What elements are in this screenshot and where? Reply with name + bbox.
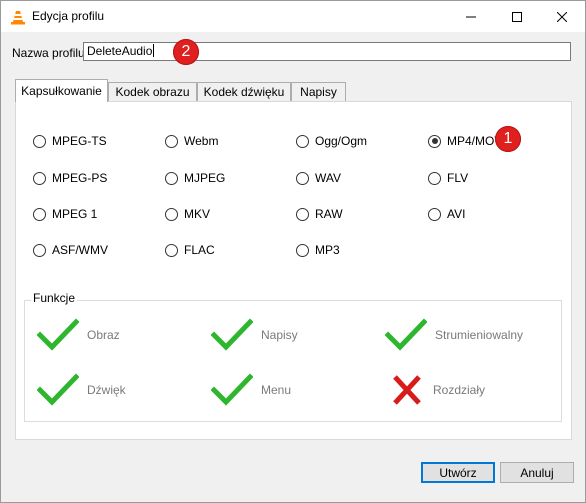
feature-audio: Dźwięk	[37, 373, 126, 407]
annotation-badge-2: 2	[173, 39, 199, 65]
feature-menu: Menu	[211, 373, 291, 407]
profile-name-input[interactable]: DeleteAudio	[83, 42, 571, 61]
feature-label: Rozdziały	[433, 383, 486, 397]
radio-button	[428, 171, 441, 185]
features-title: Funkcje	[31, 291, 78, 305]
format-label: MPEG-TS	[52, 134, 107, 148]
radio-button	[296, 134, 309, 148]
format-radio-mkv[interactable]: MKV	[165, 206, 210, 222]
format-label: MPEG-PS	[52, 171, 108, 185]
format-radio-mjpeg[interactable]: MJPEG	[165, 170, 225, 186]
format-radio-avi[interactable]: AVI	[428, 206, 465, 222]
feature-video: Obraz	[37, 318, 120, 352]
feature-subtitles: Napisy	[211, 318, 298, 352]
format-radio-wav[interactable]: WAV	[296, 170, 341, 186]
format-radio-mpeg-ps[interactable]: MPEG-PS	[33, 170, 107, 186]
check-icon	[385, 318, 427, 351]
feature-label: Napisy	[261, 328, 298, 342]
radio-button	[165, 134, 178, 148]
format-radio-mp4-mov[interactable]: MP4/MOV	[428, 133, 502, 149]
annotation-badge-1: 1	[495, 126, 521, 152]
format-label: Webm	[184, 134, 219, 148]
feature-label: Dźwięk	[87, 383, 126, 397]
minimize-button[interactable]	[448, 1, 494, 32]
profile-edit-dialog: Edycja profilu Nazwa profilu DeleteAudio…	[0, 0, 586, 503]
format-label: ASF/WMV	[52, 243, 108, 257]
radio-button-selected	[428, 134, 441, 148]
feature-label: Menu	[261, 383, 292, 397]
format-radio-mp3[interactable]: MP3	[296, 242, 340, 258]
radio-button	[165, 207, 178, 221]
vlc-cone-icon	[10, 9, 26, 25]
radio-button	[428, 207, 441, 221]
tab-encapsulation[interactable]: Kapsułkowanie	[15, 79, 108, 102]
window-title: Edycja profilu	[32, 9, 105, 23]
close-button[interactable]	[539, 1, 585, 32]
feature-label: Strumieniowalny	[435, 328, 524, 342]
format-radio-mpeg-ts[interactable]: MPEG-TS	[33, 133, 107, 149]
cross-icon	[393, 375, 421, 405]
format-radio-asf-wmv[interactable]: ASF/WMV	[33, 242, 108, 258]
tab-audio-codec[interactable]: Kodek dźwięku	[197, 82, 291, 101]
format-radio-raw[interactable]: RAW	[296, 206, 343, 222]
format-radio-mpeg1[interactable]: MPEG 1	[33, 206, 97, 222]
format-label: MP3	[315, 243, 340, 257]
check-icon	[211, 318, 253, 351]
format-label: FLV	[447, 171, 469, 185]
format-label: MJPEG	[184, 171, 226, 185]
tab-video-codec[interactable]: Kodek obrazu	[108, 82, 197, 101]
format-radio-flac[interactable]: FLAC	[165, 242, 215, 258]
format-label: FLAC	[184, 243, 215, 257]
radio-button	[165, 243, 178, 257]
format-label: AVI	[447, 207, 466, 221]
feature-label: Obraz	[87, 328, 120, 342]
check-icon	[37, 318, 79, 351]
close-icon	[557, 11, 567, 22]
title-bar[interactable]: Edycja profilu	[1, 1, 585, 32]
profile-name-label: Nazwa profilu	[12, 46, 85, 60]
cancel-button[interactable]: Anuluj	[500, 462, 574, 483]
maximize-icon	[512, 11, 522, 22]
format-label: Ogg/Ogm	[315, 134, 368, 148]
radio-button	[296, 207, 309, 221]
radio-button	[33, 171, 46, 185]
radio-button	[296, 243, 309, 257]
text-caret	[153, 44, 155, 57]
format-radio-webm[interactable]: Webm	[165, 133, 218, 149]
profile-name-value: DeleteAudio	[87, 44, 153, 58]
format-label: MKV	[184, 207, 211, 221]
radio-button	[33, 134, 46, 148]
format-label: RAW	[315, 207, 343, 221]
radio-button	[165, 171, 178, 185]
feature-chapters: Rozdziały	[389, 373, 485, 407]
feature-streamable: Strumieniowalny	[385, 318, 523, 352]
create-button[interactable]: Utwórz	[421, 462, 495, 483]
minimize-icon	[466, 16, 476, 17]
format-radio-ogg[interactable]: Ogg/Ogm	[296, 133, 367, 149]
format-label: WAV	[315, 171, 341, 185]
tab-subtitles[interactable]: Napisy	[291, 82, 346, 101]
radio-button	[296, 171, 309, 185]
format-label: MPEG 1	[52, 207, 98, 221]
radio-button	[33, 243, 46, 257]
format-radio-flv[interactable]: FLV	[428, 170, 468, 186]
format-label: MP4/MOV	[447, 134, 503, 148]
check-icon	[37, 373, 79, 406]
radio-button	[33, 207, 46, 221]
check-icon	[211, 373, 253, 406]
maximize-button[interactable]	[494, 1, 540, 32]
